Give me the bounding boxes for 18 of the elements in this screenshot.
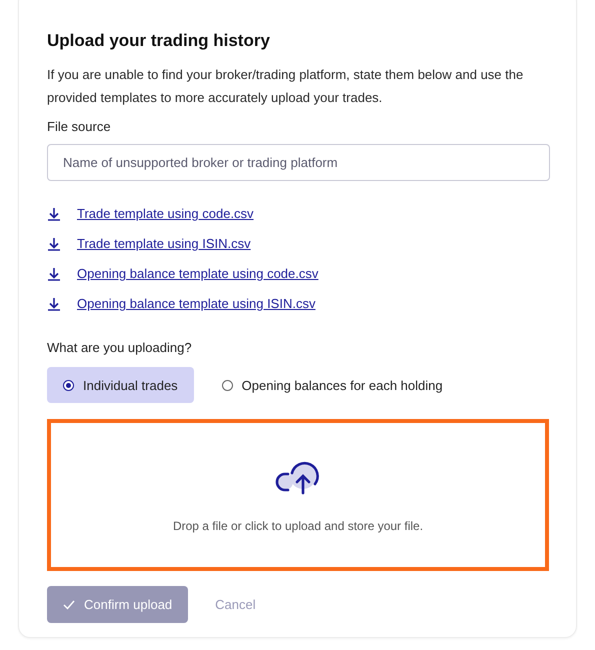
- radio-option[interactable]: Individual trades: [47, 367, 194, 403]
- check-icon: [63, 600, 75, 610]
- drop-instructions: Drop a file or click to upload and store your file.: [172, 519, 424, 533]
- template-link[interactable]: Trade template using ISIN.csv: [77, 236, 251, 251]
- download-icon[interactable]: [47, 206, 61, 220]
- template-link[interactable]: Trade template using code.csv: [77, 206, 254, 221]
- drop-zone[interactable]: Drop a file or click to upload and store your file.: [47, 419, 549, 571]
- question-label: What are you uploading?: [47, 340, 193, 355]
- download-icon[interactable]: [47, 266, 61, 280]
- download-icon[interactable]: [47, 236, 61, 250]
- template-link[interactable]: Opening balance template using ISIN.csv: [77, 296, 316, 311]
- field-label: File source: [47, 119, 112, 134]
- heading: Upload your trading history: [47, 31, 271, 51]
- input-field[interactable]: Name of unsupported broker or trading platform: [47, 144, 550, 181]
- template-link[interactable]: Opening balance template using code.csv: [77, 266, 318, 281]
- description: If you are unable to find your broker/trading platform, state them below and use the provided templates to more accurately upload your trades.: [47, 66, 524, 107]
- download-icon[interactable]: [47, 296, 61, 310]
- radio-option[interactable]: Opening balances for each holding: [206, 367, 459, 403]
